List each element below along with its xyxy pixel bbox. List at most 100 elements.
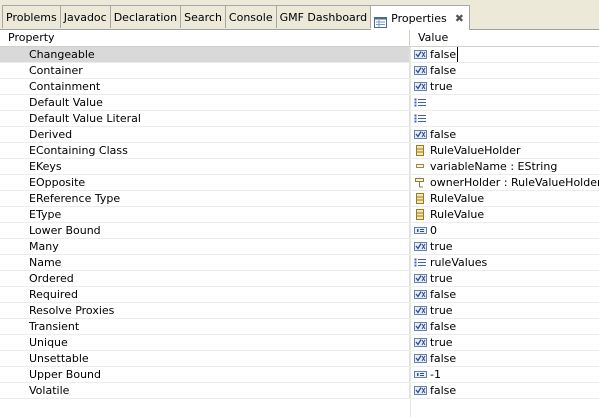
property-value-cell[interactable]: false — [410, 319, 599, 334]
table-body: Changeable false Container false Containment… — [0, 47, 599, 399]
property-name: EKeys — [0, 159, 410, 174]
table-row[interactable]: Containment true — [0, 79, 599, 95]
property-value-cell[interactable]: false — [410, 127, 599, 142]
table-row[interactable]: EOpposite ownerHolder : RuleValueHolder — [0, 175, 599, 191]
table-row[interactable]: Default Value — [0, 95, 599, 111]
property-name: Volatile — [0, 383, 410, 398]
ereference-icon — [414, 177, 427, 188]
boolean-icon — [414, 337, 427, 348]
list-icon — [414, 257, 427, 268]
table-row[interactable]: Volatile false — [0, 383, 599, 399]
tab-search[interactable]: Search — [181, 5, 226, 28]
property-name: Derived — [0, 127, 410, 142]
table-row[interactable]: EKeys variableName : EString — [0, 159, 599, 175]
property-value: variableName : EString — [430, 160, 558, 173]
boolean-icon — [414, 241, 427, 252]
property-value-cell[interactable]: RuleValue — [410, 191, 599, 206]
property-value-cell[interactable] — [410, 95, 599, 110]
table-row[interactable]: Many true — [0, 239, 599, 255]
eclass-icon — [414, 145, 427, 156]
table-row[interactable]: Name ruleValues — [0, 255, 599, 271]
property-value-cell[interactable]: true — [410, 271, 599, 286]
boolean-icon — [414, 81, 427, 92]
property-value-cell[interactable]: true — [410, 239, 599, 254]
table-row[interactable]: Upper Bound -1 — [0, 367, 599, 383]
property-name: Lower Bound — [0, 223, 410, 238]
eattribute-icon — [414, 161, 427, 172]
property-name: Required — [0, 287, 410, 302]
tab-label: GMF Dashboard — [279, 11, 368, 24]
column-header-value[interactable]: Value — [410, 30, 599, 47]
number-icon — [414, 225, 427, 236]
property-name: EType — [0, 207, 410, 222]
tab-console[interactable]: Console — [225, 5, 277, 28]
boolean-icon — [414, 129, 427, 140]
property-value: ruleValues — [430, 256, 488, 269]
table-row[interactable]: Required false — [0, 287, 599, 303]
property-value-cell[interactable]: true — [410, 303, 599, 318]
boolean-icon — [414, 353, 427, 364]
view-tab-bar: Problems Javadoc Declaration Search Console G… — [0, 0, 599, 30]
table-row[interactable]: Derived false — [0, 127, 599, 143]
tab-gmf-dashboard[interactable]: GMF Dashboard — [276, 5, 372, 28]
table-row[interactable]: Lower Bound 0 — [0, 223, 599, 239]
table-row[interactable]: Default Value Literal — [0, 111, 599, 127]
property-value[interactable]: false — [430, 47, 459, 62]
table-row[interactable]: Unique true — [0, 335, 599, 351]
property-value: false — [430, 64, 457, 77]
property-value-cell[interactable]: true — [410, 79, 599, 94]
property-value-cell[interactable]: RuleValue — [410, 207, 599, 222]
property-value: true — [430, 304, 453, 317]
table-row[interactable]: EType RuleValue — [0, 207, 599, 223]
list-icon — [414, 97, 427, 108]
tab-javadoc[interactable]: Javadoc — [60, 5, 111, 28]
tab-list: Problems Javadoc Declaration Search Console G… — [2, 5, 470, 30]
property-value-cell[interactable]: false — [410, 63, 599, 78]
property-name: Containment — [0, 79, 410, 94]
properties-view-icon — [374, 13, 388, 28]
property-name: Unique — [0, 335, 410, 350]
property-value-cell[interactable]: false — [410, 351, 599, 366]
table-row[interactable]: Changeable false — [0, 47, 599, 63]
tab-label: Problems — [6, 11, 57, 24]
property-value-cell[interactable]: false — [410, 47, 599, 62]
property-value: RuleValue — [430, 192, 485, 205]
tab-properties[interactable]: Properties ✖ — [371, 5, 470, 30]
property-value-cell[interactable]: false — [410, 287, 599, 302]
table-row[interactable]: Ordered true — [0, 271, 599, 287]
table-row[interactable]: Container false — [0, 63, 599, 79]
column-header-property[interactable]: Property — [0, 30, 410, 47]
eclass-icon — [414, 209, 427, 220]
property-name: Upper Bound — [0, 367, 410, 382]
property-value-cell[interactable]: RuleValueHolder — [410, 143, 599, 158]
property-value-cell[interactable]: ownerHolder : RuleValueHolder — [410, 175, 599, 190]
property-value: true — [430, 80, 453, 93]
property-value-cell[interactable]: true — [410, 335, 599, 350]
property-value-cell[interactable]: 0 — [410, 223, 599, 238]
table-row[interactable]: EContaining Class RuleValueHolder — [0, 143, 599, 159]
property-value-cell[interactable]: ruleValues — [410, 255, 599, 270]
table-row[interactable]: Transient false — [0, 319, 599, 335]
property-value: 0 — [430, 224, 437, 237]
property-name: EOpposite — [0, 175, 410, 190]
property-value: false — [430, 320, 457, 333]
property-value-cell[interactable] — [410, 111, 599, 126]
property-value: true — [430, 240, 453, 253]
table-row[interactable]: Unsettable false — [0, 351, 599, 367]
close-icon[interactable]: ✖ — [455, 7, 464, 30]
property-name: Changeable — [0, 47, 410, 62]
property-value-cell[interactable]: -1 — [410, 367, 599, 382]
property-value: RuleValueHolder — [430, 144, 521, 157]
property-value: false — [430, 288, 457, 301]
property-name: Many — [0, 239, 410, 254]
properties-table: Property Value Changeable false Container f… — [0, 30, 599, 417]
tab-problems[interactable]: Problems — [2, 5, 61, 28]
boolean-icon — [414, 273, 427, 284]
property-name: Transient — [0, 319, 410, 334]
table-row[interactable]: Resolve Proxies true — [0, 303, 599, 319]
property-value-cell[interactable]: variableName : EString — [410, 159, 599, 174]
table-row[interactable]: EReference Type RuleValue — [0, 191, 599, 207]
property-value: false — [430, 384, 457, 397]
property-value-cell[interactable]: false — [410, 383, 599, 398]
tab-declaration[interactable]: Declaration — [110, 5, 182, 28]
